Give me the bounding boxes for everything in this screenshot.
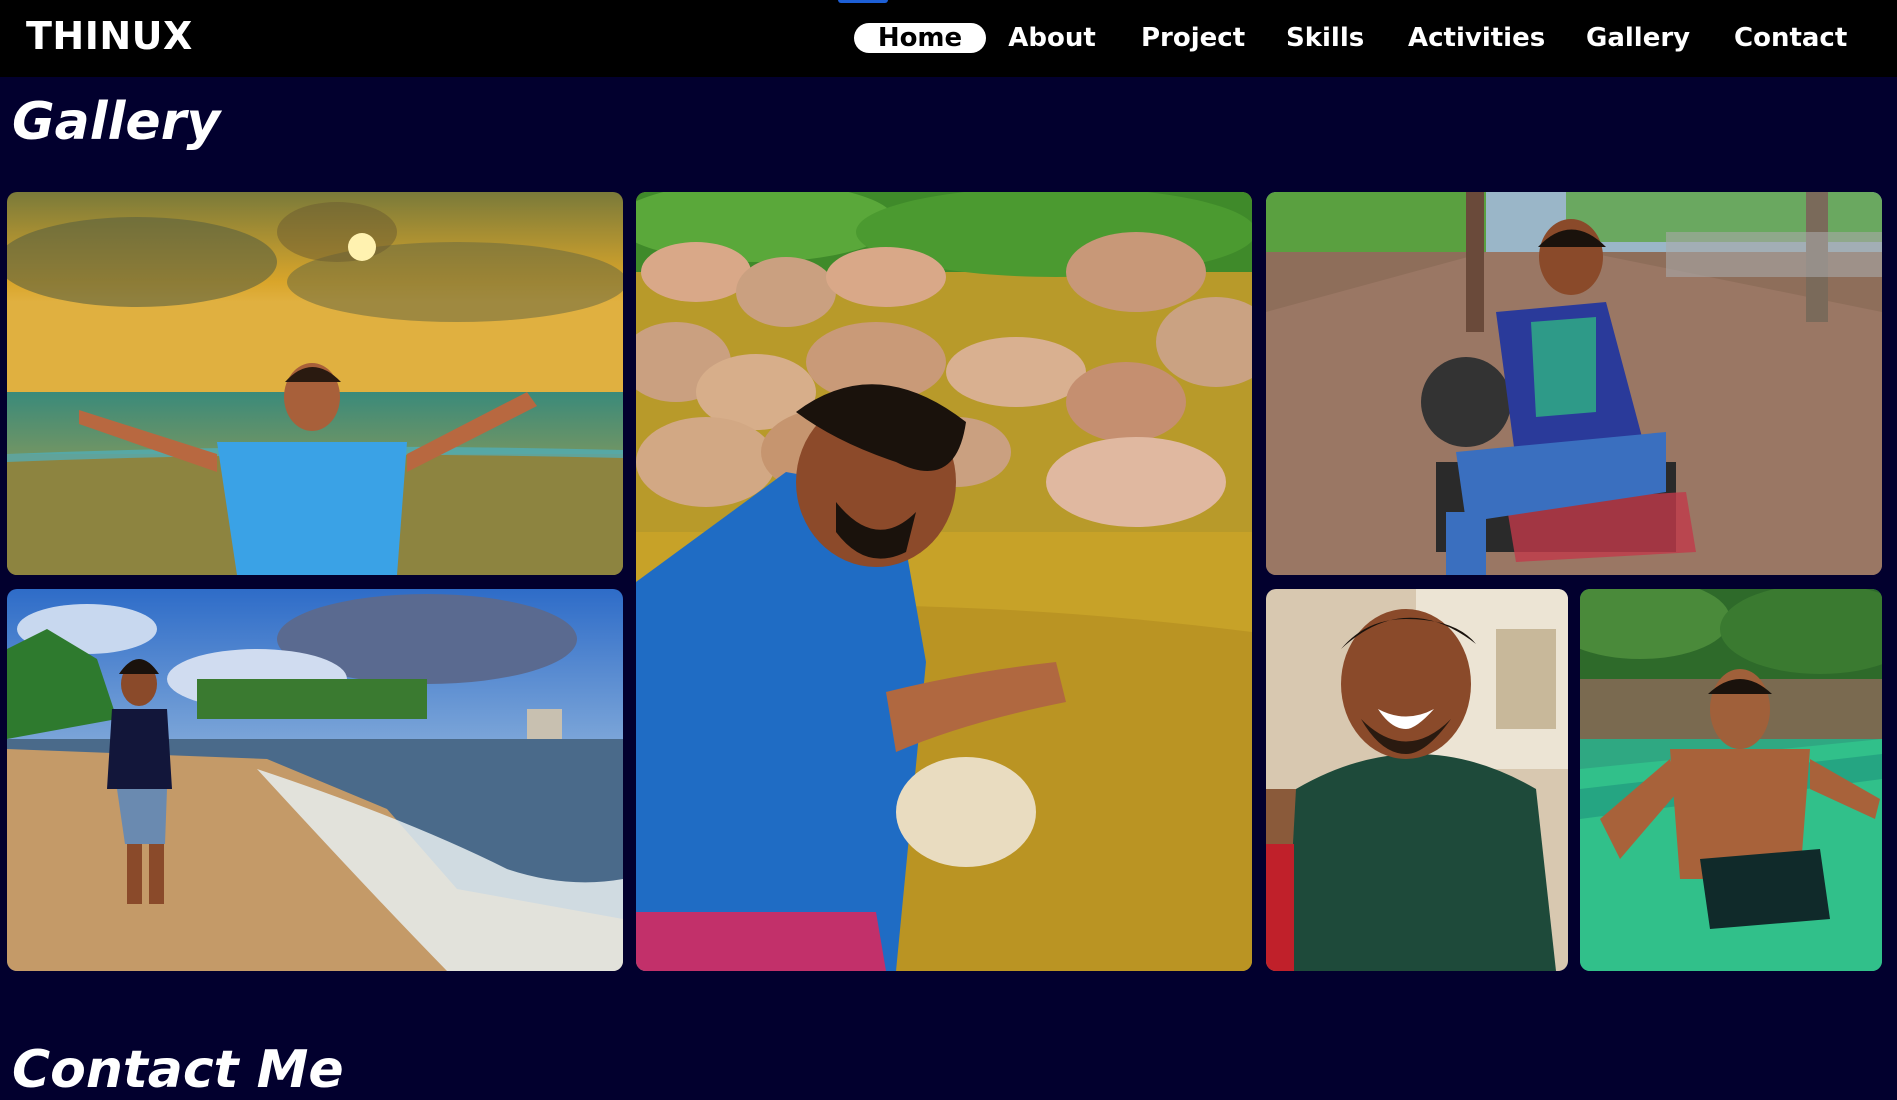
nav-activities[interactable]: Activities: [1408, 23, 1545, 53]
contact-heading: Contact Me: [12, 1040, 344, 1100]
gallery-photo-river-rocks[interactable]: [636, 192, 1252, 971]
beach-sunset-image: [7, 192, 623, 575]
gallery-photo-beach-walk[interactable]: [7, 589, 623, 971]
smiling-indoor-image: [1266, 589, 1568, 971]
nav-skills[interactable]: Skills: [1286, 23, 1364, 53]
pool-swim-image: [1580, 589, 1882, 971]
nav-contact[interactable]: Contact: [1734, 23, 1847, 53]
street-motorbike-image: [1266, 192, 1882, 575]
gallery-heading: Gallery: [12, 92, 221, 152]
nav-gallery[interactable]: Gallery: [1586, 23, 1690, 53]
gallery-photo-street-motorbike[interactable]: [1266, 192, 1882, 575]
nav-home[interactable]: Home: [854, 23, 986, 53]
nav-scroll-indicator: [838, 0, 888, 3]
gallery-photo-smiling-indoor[interactable]: [1266, 589, 1568, 971]
river-rocks-image: [636, 192, 1252, 971]
gallery-photo-pool-swim[interactable]: [1580, 589, 1882, 971]
gallery-photo-beach-sunset[interactable]: [7, 192, 623, 575]
beach-walk-image: [7, 589, 623, 971]
top-navbar: THINUX Home About Project Skills Activit…: [0, 0, 1897, 77]
nav-about[interactable]: About: [1008, 23, 1096, 53]
nav-project[interactable]: Project: [1141, 23, 1245, 53]
brand-logo[interactable]: THINUX: [26, 14, 193, 58]
